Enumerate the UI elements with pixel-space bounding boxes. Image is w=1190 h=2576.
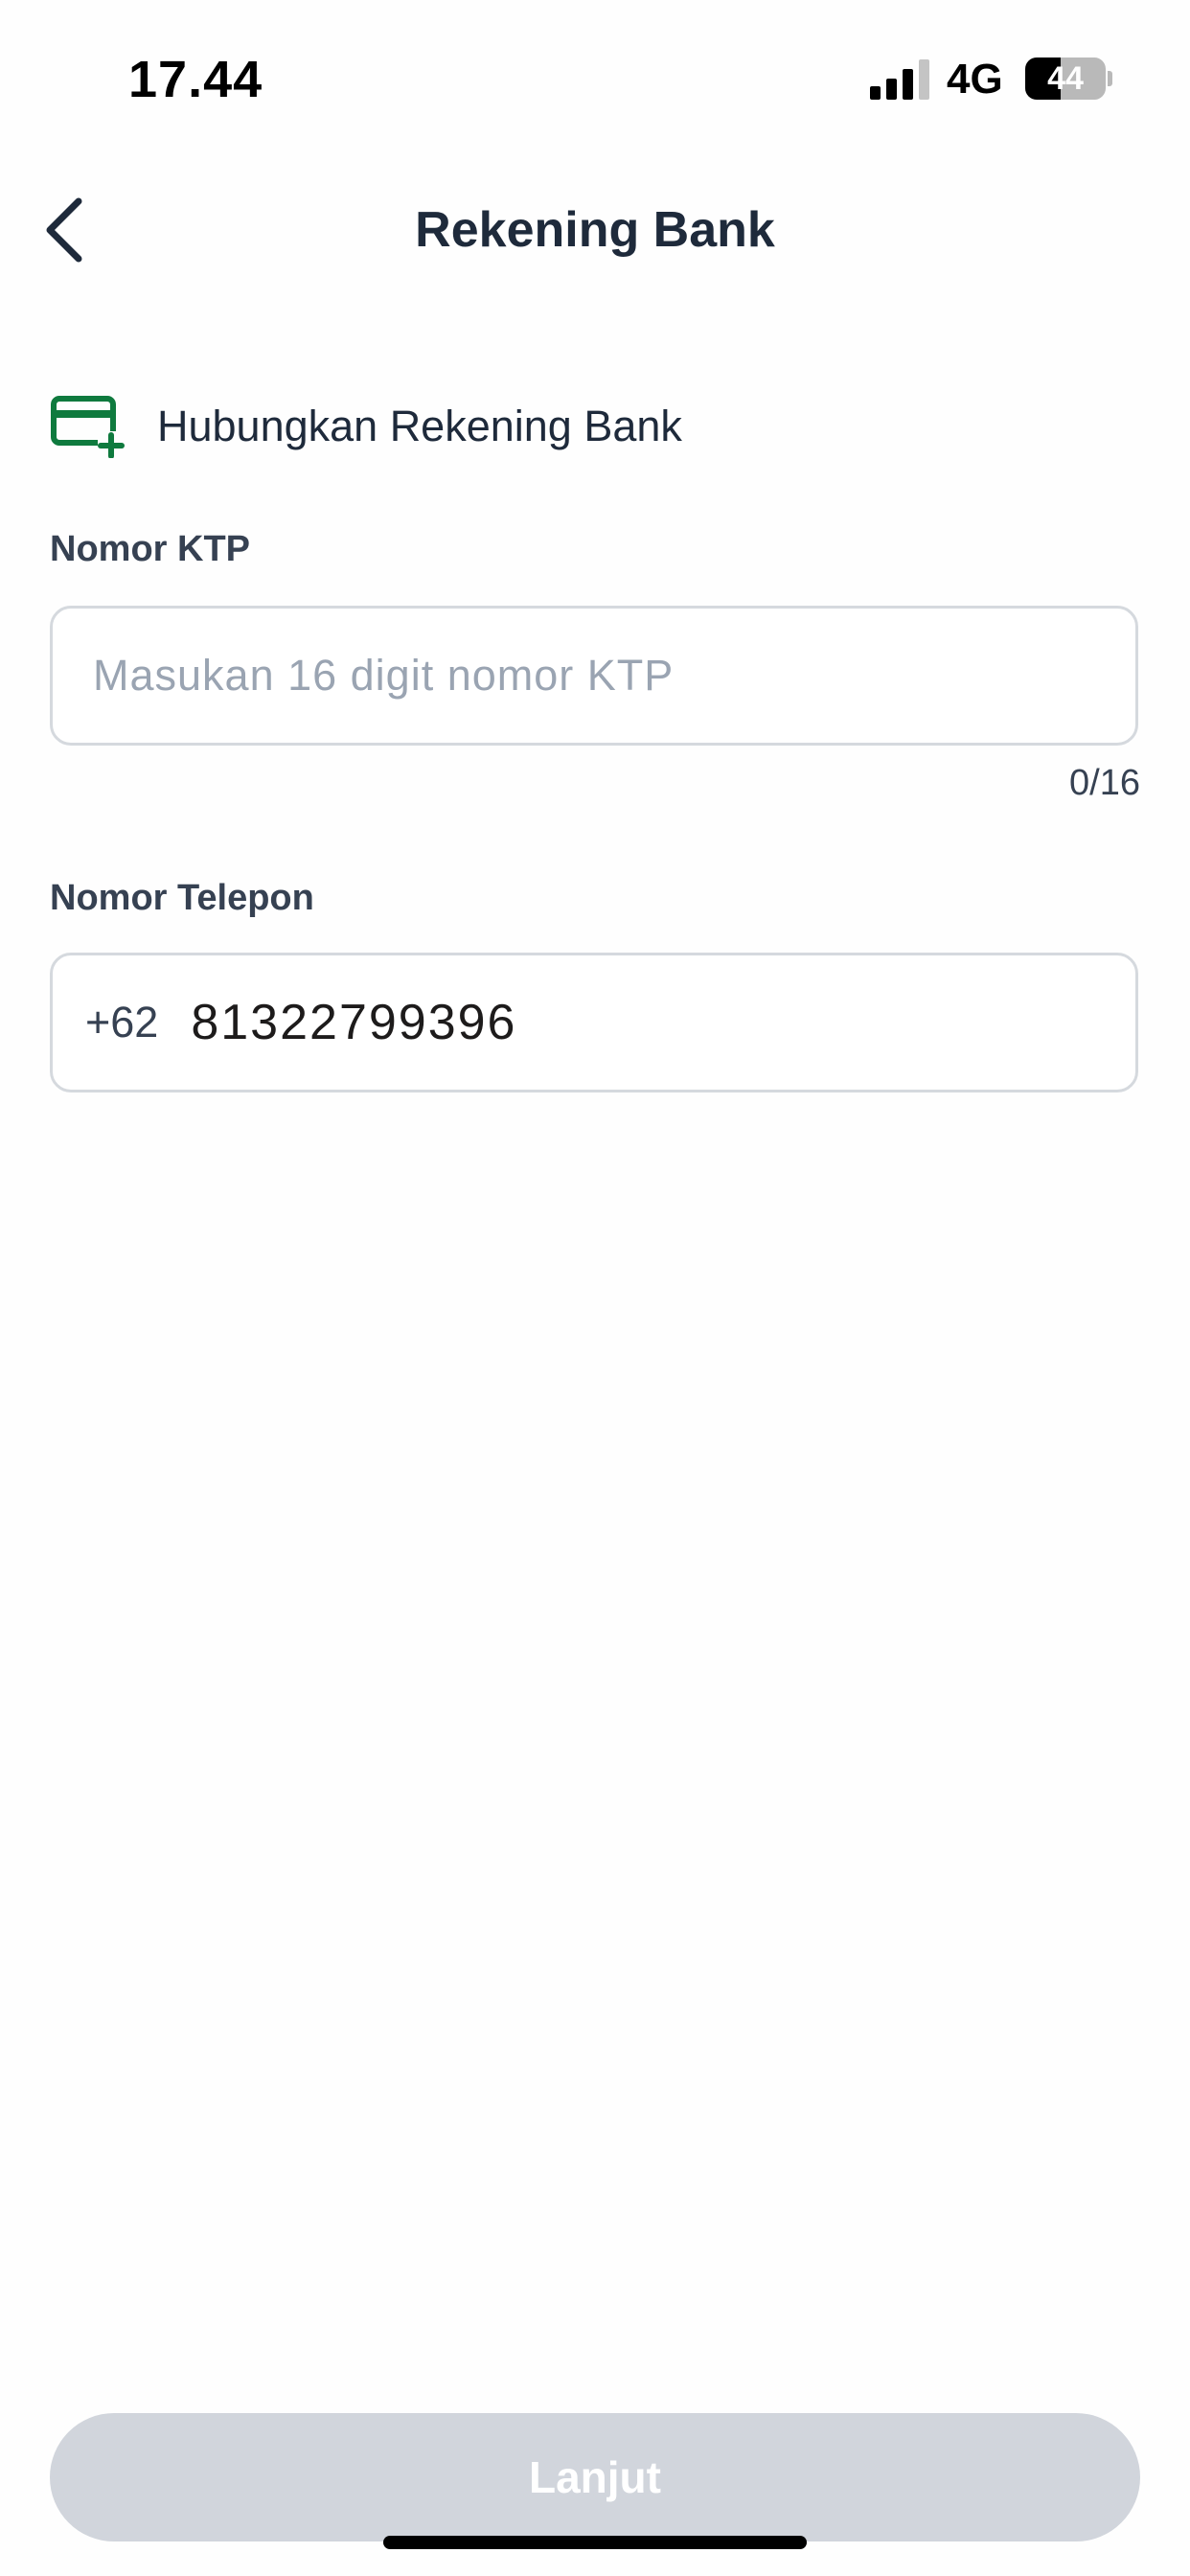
network-type: 4G (947, 56, 1003, 103)
signal-bar (870, 86, 881, 100)
battery-level: 44 (1047, 60, 1084, 97)
battery-icon: 44 (1025, 58, 1112, 100)
ktp-field (50, 606, 1138, 746)
card-add-icon (51, 396, 125, 458)
ktp-label: Nomor KTP (50, 529, 250, 569)
phone-label: Nomor Telepon (50, 878, 314, 918)
page-title: Rekening Bank (415, 202, 775, 258)
cellular-signal-icon (870, 59, 929, 100)
next-button[interactable]: Lanjut (50, 2413, 1140, 2542)
battery-tip (1108, 71, 1112, 86)
signal-bar (903, 69, 913, 100)
country-code: +62 (85, 998, 159, 1046)
phone-input[interactable] (158, 955, 1135, 1090)
ktp-input[interactable] (53, 609, 1135, 743)
status-bar: 17.44 4G 44 (0, 0, 1190, 144)
status-time: 17.44 (128, 51, 263, 108)
phone-field: +62 (50, 953, 1138, 1092)
signal-bar (919, 59, 929, 100)
section-title: Hubungkan Rekening Bank (157, 402, 682, 450)
home-indicator (383, 2536, 807, 2549)
signal-bar (886, 79, 897, 100)
section-heading: Hubungkan Rekening Bank (50, 393, 682, 460)
app-header: Rekening Bank (0, 163, 1190, 297)
ktp-char-counter: 0/16 (1069, 763, 1140, 803)
